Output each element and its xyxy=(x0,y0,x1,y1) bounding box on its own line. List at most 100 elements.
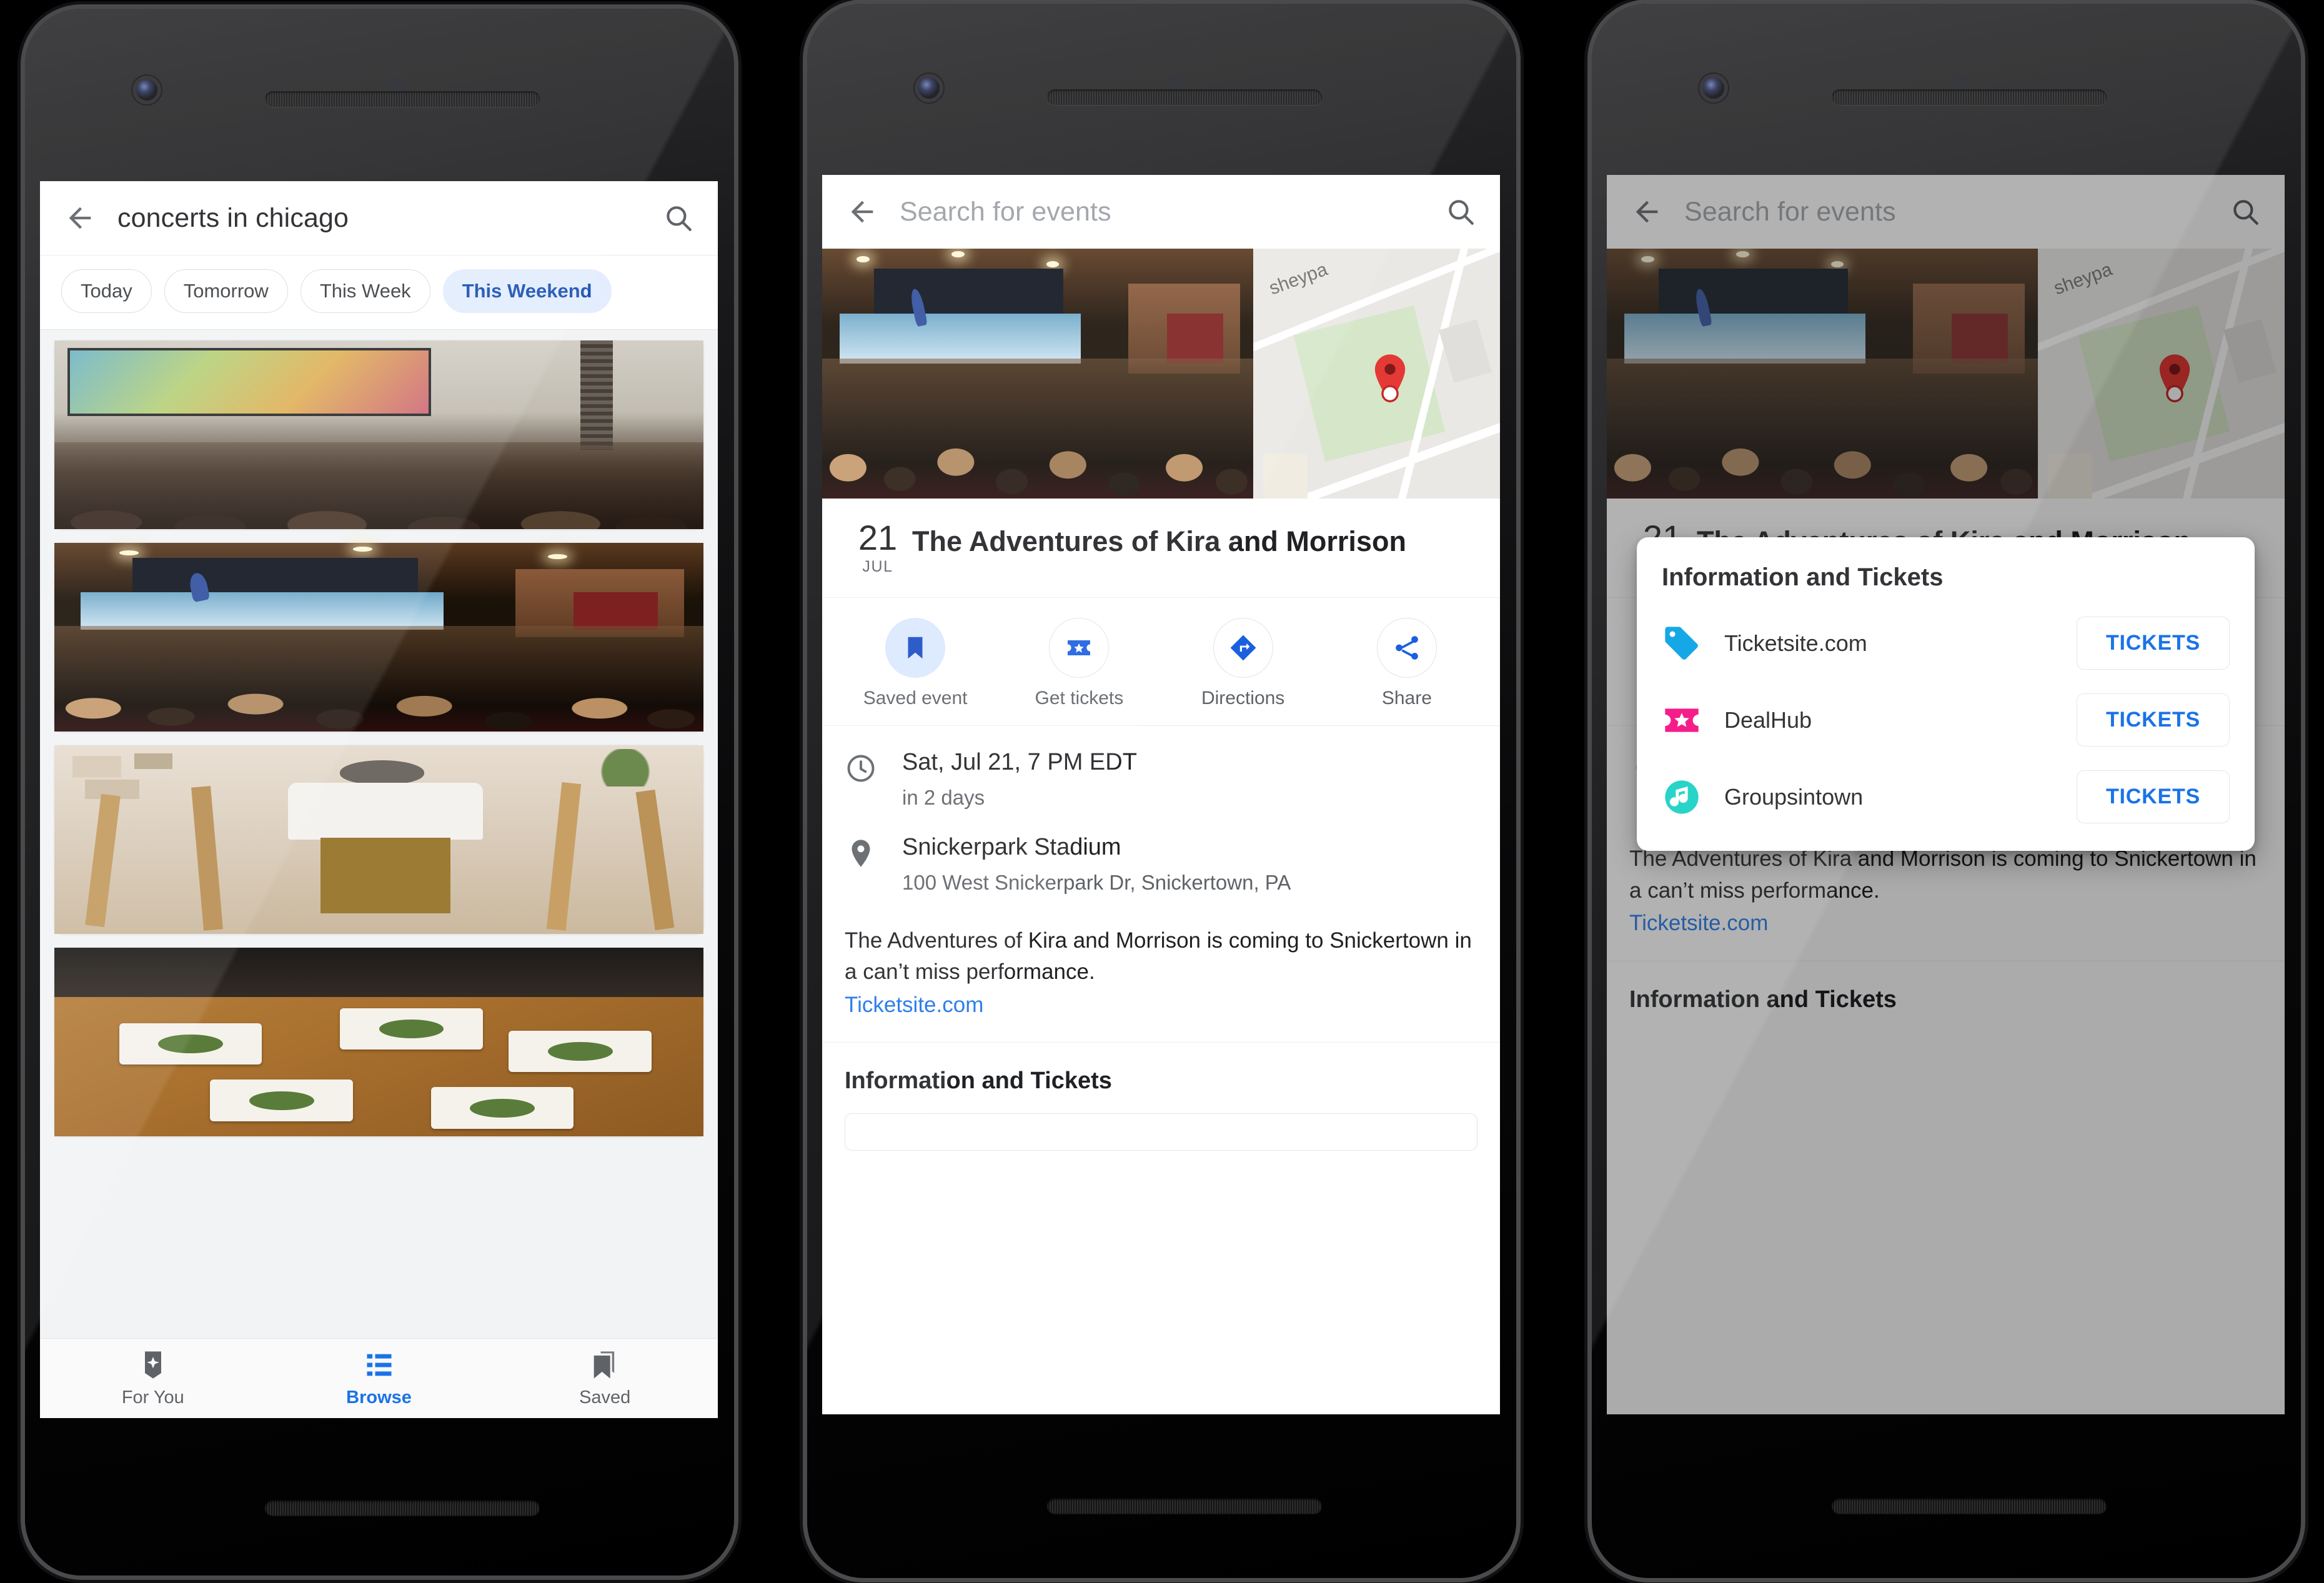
bookmarks-icon xyxy=(593,1351,615,1379)
directions-icon xyxy=(1230,635,1256,661)
phone2-screen: Search for events sheypa 21 JUL The Adve… xyxy=(822,175,1500,1414)
event-card[interactable]: 22 JUL Painting Class in the Studio Sun,… xyxy=(54,745,704,935)
phone3-screen: Search for events sheypa The Adventures … xyxy=(1607,175,2285,1414)
vendor-name: DealHub xyxy=(1724,707,1812,733)
event-card[interactable]: 20 JUL Pitchspoon Music Festival 2018 Fr… xyxy=(54,340,704,530)
phone1-screen: concerts in chicago Today Tomorrow This … xyxy=(40,181,718,1418)
event-thumbnail xyxy=(54,340,703,529)
list-icon xyxy=(367,1354,391,1376)
chip-this-weekend[interactable]: This Weekend xyxy=(442,269,612,313)
nav-label: For You xyxy=(121,1387,184,1407)
event-month: JUL xyxy=(862,558,893,576)
action-label: Saved event xyxy=(863,688,968,709)
earpiece-speaker xyxy=(265,91,540,107)
vendor-row: DealHub TICKETS xyxy=(1662,693,2230,747)
proximity-sensor-icon xyxy=(1954,76,1970,89)
tickets-button[interactable]: TICKETS xyxy=(2076,693,2230,747)
event-photo[interactable] xyxy=(822,249,1253,499)
event-description-block: The Adventures of Kira and Morrison is c… xyxy=(822,922,1500,1043)
nav-label: Browse xyxy=(346,1387,412,1407)
price-tag-icon xyxy=(1665,626,1698,660)
earpiece-speaker xyxy=(1047,89,1322,105)
share-icon xyxy=(1396,636,1418,660)
vendor-name: Ticketsite.com xyxy=(1724,630,1867,656)
search-input[interactable]: concerts in chicago xyxy=(117,203,663,234)
nav-saved[interactable]: Saved xyxy=(492,1349,718,1408)
detail-time: Sat, Jul 21, 7 PM EDT in 2 days xyxy=(845,747,1477,811)
music-note-icon xyxy=(1665,780,1699,814)
action-label: Directions xyxy=(1201,688,1285,709)
event-day: 21 xyxy=(858,518,898,557)
event-details: Sat, Jul 21, 7 PM EDT in 2 days Snickerp… xyxy=(822,726,1500,923)
detail-location: Snickerpark Stadium 100 West Snickerpark… xyxy=(845,832,1477,896)
event-thumbnail xyxy=(54,543,703,732)
detail-sub: in 2 days xyxy=(902,785,985,809)
event-thumbnail xyxy=(54,745,703,934)
event-title: The Adventures of Kira and Morrison xyxy=(912,525,1406,557)
map-pin-icon xyxy=(1374,354,1405,403)
action-share[interactable]: Share xyxy=(1325,618,1489,709)
back-arrow-icon[interactable] xyxy=(64,202,96,234)
front-camera-icon xyxy=(918,77,940,99)
bottom-navigation: For You Browse Saved xyxy=(40,1338,718,1418)
event-hero: sheypa xyxy=(822,249,1500,499)
tickets-button[interactable]: TICKETS xyxy=(2076,770,2230,823)
event-source-link[interactable]: Ticketsite.com xyxy=(845,990,1477,1021)
dialog-title: Information and Tickets xyxy=(1662,563,1944,591)
action-get-tickets[interactable]: Get tickets xyxy=(997,618,1161,709)
phone-device-2: Search for events sheypa 21 JUL The Adve… xyxy=(807,4,1516,1578)
search-icon[interactable] xyxy=(1445,196,1476,227)
back-arrow-icon[interactable] xyxy=(846,196,878,228)
front-camera-icon xyxy=(1703,77,1724,99)
search-appbar-2[interactable]: Search for events xyxy=(822,175,1500,249)
clock-icon xyxy=(847,755,875,782)
nav-for-you[interactable]: For You xyxy=(40,1349,266,1408)
phone-device-1: concerts in chicago Today Tomorrow This … xyxy=(25,9,734,1576)
proximity-sensor-icon xyxy=(387,77,404,91)
search-input[interactable]: Search for events xyxy=(900,197,1445,227)
bottom-speaker xyxy=(1832,1498,2107,1514)
search-icon[interactable] xyxy=(663,202,694,234)
front-camera-icon xyxy=(136,79,157,101)
bottom-speaker xyxy=(1047,1498,1322,1514)
proximity-sensor-icon xyxy=(1169,76,1186,89)
action-label: Share xyxy=(1381,688,1432,709)
event-map[interactable]: sheypa xyxy=(1253,249,1500,499)
information-tickets-heading: Information and Tickets xyxy=(822,1042,1500,1113)
action-saved-event[interactable]: Saved event xyxy=(833,618,997,709)
bottom-speaker xyxy=(265,1500,540,1516)
information-tickets-dialog: Information and Tickets Ticketsite.com T… xyxy=(1637,537,2255,851)
event-card[interactable]: 22 JUL Sunday Feasts with Friends Sunday xyxy=(54,947,704,1137)
earpiece-speaker xyxy=(1832,89,2107,105)
chip-this-week[interactable]: This Week xyxy=(300,269,430,313)
action-directions[interactable]: Directions xyxy=(1161,618,1325,709)
detail-main: Sat, Jul 21, 7 PM EDT xyxy=(902,749,1137,776)
chip-today[interactable]: Today xyxy=(61,269,152,313)
vendor-row-partial[interactable] xyxy=(845,1113,1477,1151)
phone-device-3: Search for events sheypa The Adventures … xyxy=(1592,4,2301,1578)
event-list[interactable]: 20 JUL Pitchspoon Music Festival 2018 Fr… xyxy=(40,330,718,1338)
chip-tomorrow[interactable]: Tomorrow xyxy=(164,269,288,313)
sparkle-bookmark-icon xyxy=(144,1351,161,1379)
vendor-row: Groupsintown TICKETS xyxy=(1662,770,2230,823)
detail-sub: 100 West Snickerpark Dr, Snickertown, PA xyxy=(902,870,1291,894)
nav-label: Saved xyxy=(579,1387,631,1407)
vendor-name: Groupsintown xyxy=(1724,783,1864,810)
bookmark-filled-icon xyxy=(908,637,923,659)
ticket-star-icon xyxy=(1665,708,1699,732)
event-card[interactable]: 21 JUL The Adventures of Kira and Morris… xyxy=(54,542,704,732)
date-filter-chips: Today Tomorrow This Week This Weekend xyxy=(40,255,718,330)
event-detail-header: 21 JUL The Adventures of Kira and Morris… xyxy=(822,499,1500,598)
event-actions: Saved event Get tickets Directions Share xyxy=(822,598,1500,727)
action-label: Get tickets xyxy=(1035,688,1124,709)
ticket-star-icon xyxy=(1068,640,1091,656)
event-date: 21 JUL xyxy=(843,518,912,576)
event-thumbnail xyxy=(54,948,703,1136)
event-description: The Adventures of Kira and Morrison is c… xyxy=(845,928,1472,985)
tickets-button[interactable]: TICKETS xyxy=(2076,617,2230,670)
vendor-row: Ticketsite.com TICKETS xyxy=(1662,617,2230,670)
nav-browse[interactable]: Browse xyxy=(266,1349,492,1408)
search-appbar-1[interactable]: concerts in chicago xyxy=(40,181,718,255)
detail-main: Snickerpark Stadium xyxy=(902,834,1121,861)
location-pin-icon xyxy=(852,840,870,868)
